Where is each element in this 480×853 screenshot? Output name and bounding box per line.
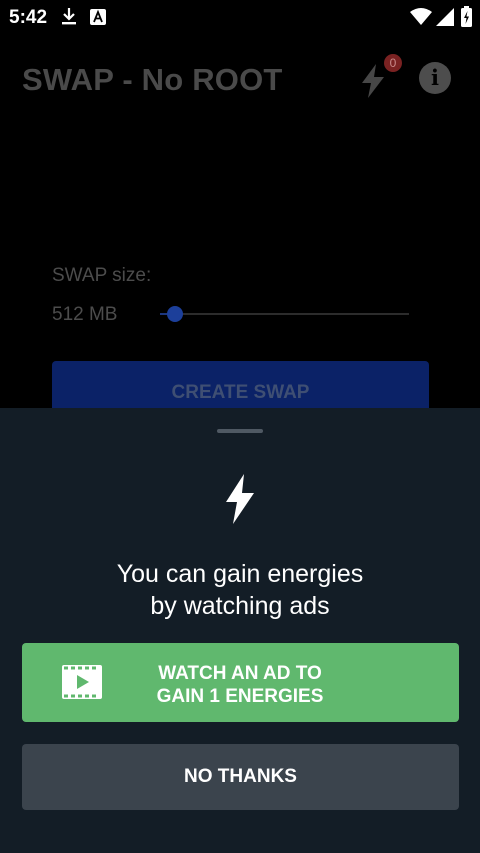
slider-thumb[interactable]: [166, 306, 183, 322]
app-bar: SWAP - No ROOT 0 i: [0, 34, 480, 124]
signal-icon: [436, 8, 454, 26]
energy-bottom-sheet: You can gain energies by watching ads WA…: [0, 408, 480, 853]
download-icon: [62, 8, 76, 25]
sheet-message: You can gain energies by watching ads: [116, 560, 364, 620]
lightning-icon: [362, 64, 384, 98]
status-time: 5:42: [9, 7, 48, 28]
swap-size-value: 512 MB: [52, 304, 118, 325]
font-app-icon: [90, 9, 106, 25]
lightning-icon: [226, 474, 254, 524]
status-bar: 5:42: [0, 0, 480, 34]
app-title: SWAP - No ROOT: [22, 62, 283, 97]
wifi-icon: [410, 8, 432, 25]
sheet-drag-handle[interactable]: [217, 429, 263, 433]
no-thanks-button[interactable]: NO THANKS: [22, 744, 459, 810]
energy-count-badge: 0: [384, 54, 402, 72]
battery-charging-icon: [461, 6, 472, 27]
info-icon[interactable]: i: [419, 62, 451, 94]
watch-ad-label: WATCH AN AD TO GAIN 1 ENERGIES: [156, 663, 324, 707]
watch-ad-button[interactable]: WATCH AN AD TO GAIN 1 ENERGIES: [22, 643, 459, 722]
video-icon: [62, 665, 102, 699]
swap-size-label: SWAP size:: [52, 265, 152, 286]
swap-size-slider[interactable]: [160, 306, 409, 322]
